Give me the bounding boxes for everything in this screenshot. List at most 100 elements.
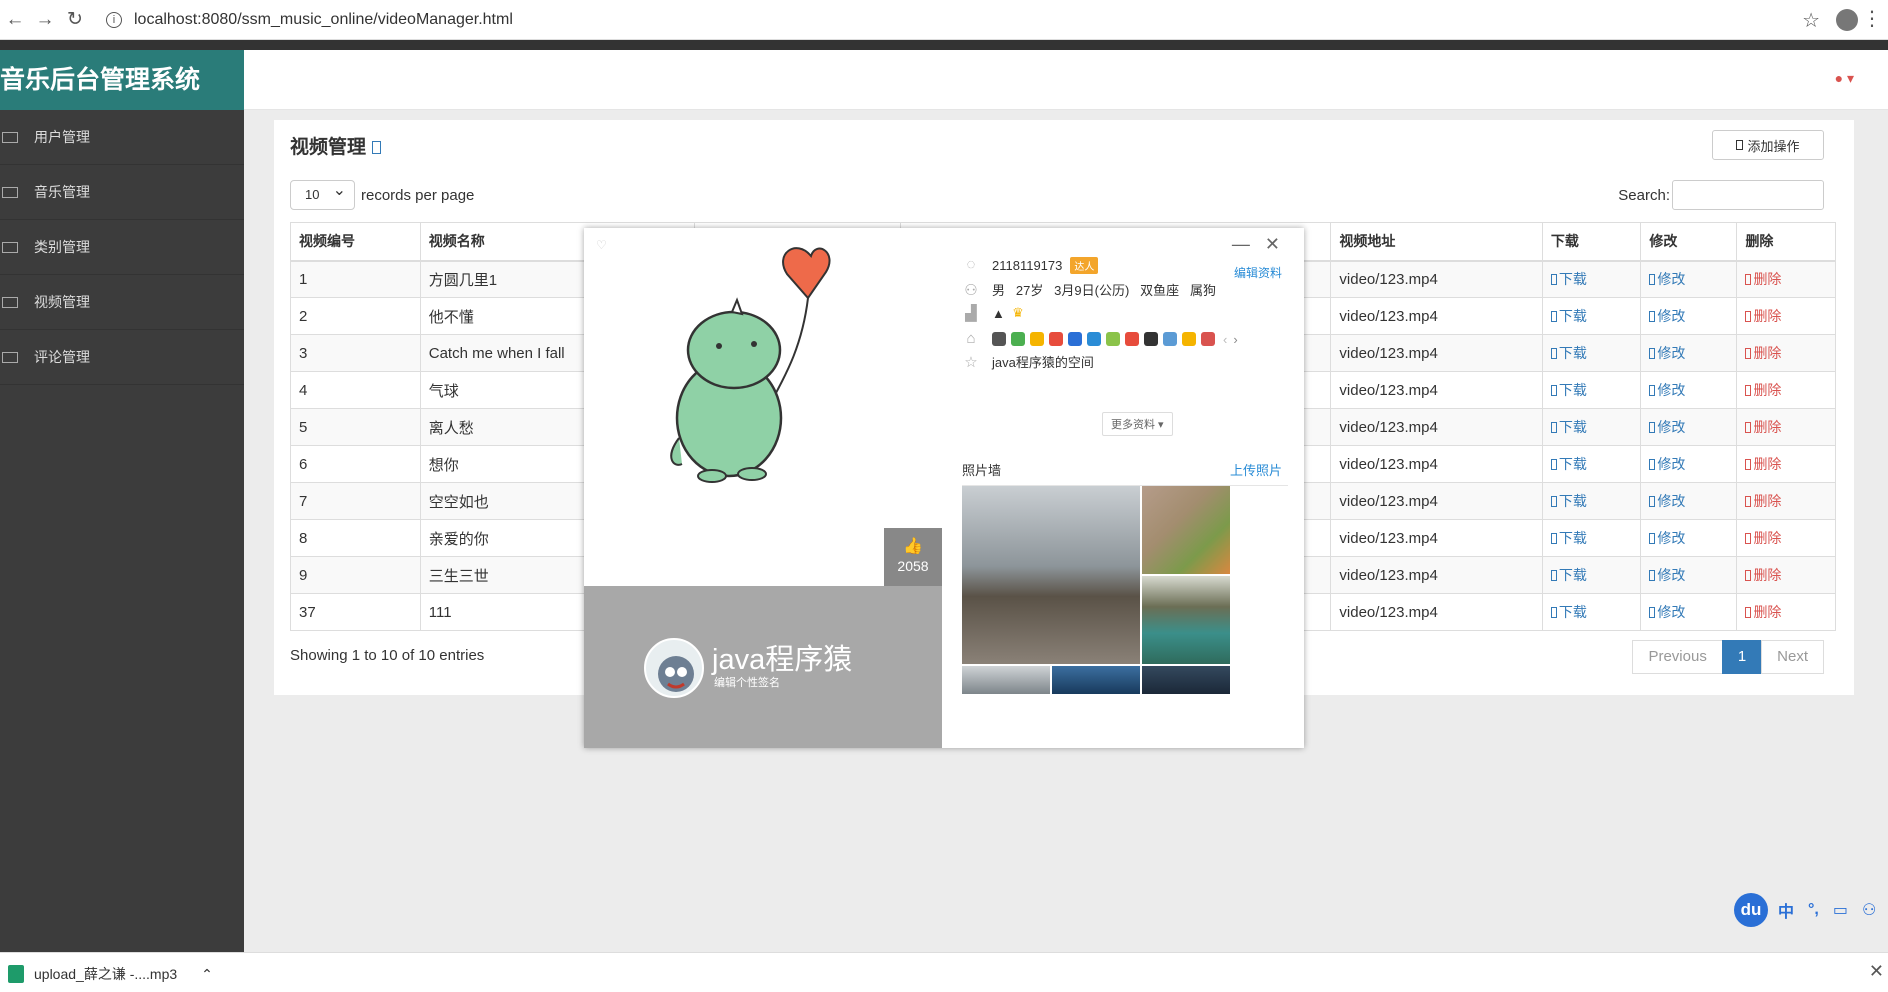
add-button[interactable]: 添加操作 xyxy=(1712,130,1824,160)
badge-icon[interactable] xyxy=(1068,332,1082,346)
badge-icon[interactable] xyxy=(1049,332,1063,346)
sidebar-item-categories[interactable]: 类别管理 xyxy=(0,220,244,275)
download-link[interactable]: 下载 xyxy=(1550,308,1587,324)
download-link[interactable]: 下载 xyxy=(1550,271,1587,287)
badge-icon[interactable] xyxy=(1011,332,1025,346)
back-icon[interactable]: ← xyxy=(0,9,30,31)
badge-icon[interactable] xyxy=(1106,332,1120,346)
badge-icon[interactable] xyxy=(1030,332,1044,346)
delete-link[interactable]: 删除 xyxy=(1745,530,1781,546)
download-link[interactable]: 下载 xyxy=(1550,567,1587,583)
sidebar-item-music[interactable]: 音乐管理 xyxy=(0,165,244,220)
delete-link[interactable]: 删除 xyxy=(1745,308,1781,324)
badge-icon[interactable] xyxy=(1182,332,1196,346)
badge-icon[interactable] xyxy=(1144,332,1158,346)
edit-link[interactable]: 修改 xyxy=(1649,604,1685,620)
penguin-icon: ◌ xyxy=(966,256,976,273)
delete-link[interactable]: 删除 xyxy=(1745,567,1781,583)
delete-link[interactable]: 删除 xyxy=(1745,419,1781,435)
edit-link[interactable]: 修改 xyxy=(1649,530,1685,546)
download-item[interactable]: upload_薛之谦 -....mp3 ⌃ xyxy=(8,964,213,984)
download-link[interactable]: 下载 xyxy=(1550,382,1587,398)
edit-link[interactable]: 修改 xyxy=(1649,308,1685,324)
qzone-link[interactable]: java程序猿的空间 xyxy=(992,352,1094,371)
close-icon[interactable]: ✕ xyxy=(1869,961,1884,982)
badge-prev-icon[interactable]: ‹ xyxy=(1223,332,1227,347)
delete-link[interactable]: 删除 xyxy=(1745,271,1781,287)
photo-dark[interactable] xyxy=(1142,666,1230,694)
download-link[interactable]: 下载 xyxy=(1550,604,1587,620)
search-input[interactable] xyxy=(1672,180,1824,210)
download-link[interactable]: 下载 xyxy=(1550,345,1587,361)
delete-link[interactable]: 删除 xyxy=(1745,493,1781,509)
delete-link[interactable]: 删除 xyxy=(1745,604,1781,620)
ime-user-icon[interactable]: ⚇ xyxy=(1862,900,1876,920)
next-button[interactable]: Next xyxy=(1761,640,1824,674)
ime-keyboard-icon[interactable]: ▭ xyxy=(1833,900,1848,920)
avatar[interactable] xyxy=(644,638,704,698)
chevron-up-icon[interactable]: ⌃ xyxy=(201,966,213,983)
reload-icon[interactable]: ↻ xyxy=(60,8,90,31)
basic-info-row: ⚇ 男 27岁 3月9日(公历) 双鱼座 属狗 xyxy=(962,280,1216,299)
action-icon xyxy=(1649,533,1656,544)
badge-icon[interactable] xyxy=(1163,332,1177,346)
edit-link[interactable]: 修改 xyxy=(1649,382,1685,398)
download-link[interactable]: 下载 xyxy=(1550,419,1587,435)
badge-icon[interactable] xyxy=(992,332,1006,346)
column-header[interactable]: 删除 xyxy=(1736,222,1836,262)
badge-next-icon[interactable]: › xyxy=(1233,332,1237,347)
photo-sky[interactable] xyxy=(962,666,1050,694)
edit-link[interactable]: 修改 xyxy=(1649,567,1685,583)
badge-icon[interactable] xyxy=(1087,332,1101,346)
edit-link[interactable]: 修改 xyxy=(1649,493,1685,509)
minimize-icon[interactable]: — xyxy=(1232,234,1250,254)
browser-profile-icon[interactable] xyxy=(1836,9,1858,31)
ime-punctuation[interactable]: °, xyxy=(1808,901,1819,919)
photo-mountain-hall[interactable] xyxy=(962,486,1140,664)
ime-language[interactable]: 中 xyxy=(1778,898,1794,922)
edit-profile-link[interactable]: 编辑资料 xyxy=(1234,264,1282,281)
user-menu-icon[interactable]: ● ▾ xyxy=(1835,70,1854,87)
address-url: localhost:8080/ssm_music_online/videoMan… xyxy=(134,10,513,28)
like-counter[interactable]: 👍 2058 xyxy=(884,528,942,586)
download-link[interactable]: 下载 xyxy=(1550,530,1587,546)
delete-link[interactable]: 删除 xyxy=(1745,345,1781,361)
download-link[interactable]: 下载 xyxy=(1550,456,1587,472)
address-bar[interactable]: i localhost:8080/ssm_music_online/videoM… xyxy=(106,11,513,29)
browser-menu-icon[interactable]: ⋮ xyxy=(1862,6,1882,31)
badge-icon[interactable] xyxy=(1201,332,1215,346)
edit-link[interactable]: 修改 xyxy=(1649,456,1685,472)
close-icon[interactable]: ✕ xyxy=(1265,234,1280,254)
photo-lake[interactable] xyxy=(1142,576,1230,664)
edit-link[interactable]: 修改 xyxy=(1649,419,1685,435)
table-info: Showing 1 to 10 of 10 entries xyxy=(290,647,485,664)
action-icon xyxy=(1649,570,1656,581)
page-1-button[interactable]: 1 xyxy=(1721,640,1763,674)
column-header[interactable]: 修改 xyxy=(1640,222,1738,262)
baidu-ime-logo[interactable]: du xyxy=(1734,893,1768,927)
column-header[interactable]: 下载 xyxy=(1541,222,1642,262)
photo-night[interactable] xyxy=(1052,666,1140,694)
delete-link[interactable]: 删除 xyxy=(1745,456,1781,472)
column-header[interactable]: 视频编号 xyxy=(290,222,421,262)
photo-park[interactable] xyxy=(1142,486,1230,574)
delete-link[interactable]: 删除 xyxy=(1745,382,1781,398)
forward-icon[interactable]: → xyxy=(30,9,60,31)
edit-link[interactable]: 修改 xyxy=(1649,271,1685,287)
previous-button[interactable]: Previous xyxy=(1632,640,1723,674)
sidebar-item-comments[interactable]: 评论管理 xyxy=(0,330,244,385)
info-icon[interactable]: i xyxy=(106,11,122,28)
bookmark-star-icon[interactable]: ☆ xyxy=(1802,8,1820,33)
cell-action: 修改 xyxy=(1640,334,1738,372)
download-link[interactable]: 下载 xyxy=(1550,493,1587,509)
badge-icon[interactable] xyxy=(1125,332,1139,346)
column-header[interactable]: 视频地址 xyxy=(1330,222,1543,262)
signature-link[interactable]: 编辑个性签名 xyxy=(714,674,780,690)
action-icon xyxy=(1550,533,1557,544)
sidebar-item-users[interactable]: 用户管理 xyxy=(0,110,244,165)
page-length-select[interactable]: 10 xyxy=(290,177,355,210)
upload-photo-link[interactable]: 上传照片 xyxy=(1230,460,1282,479)
sidebar-item-videos[interactable]: 视频管理 xyxy=(0,275,244,330)
more-info-button[interactable]: 更多资料 ▾ xyxy=(1102,412,1173,436)
edit-link[interactable]: 修改 xyxy=(1649,345,1685,361)
